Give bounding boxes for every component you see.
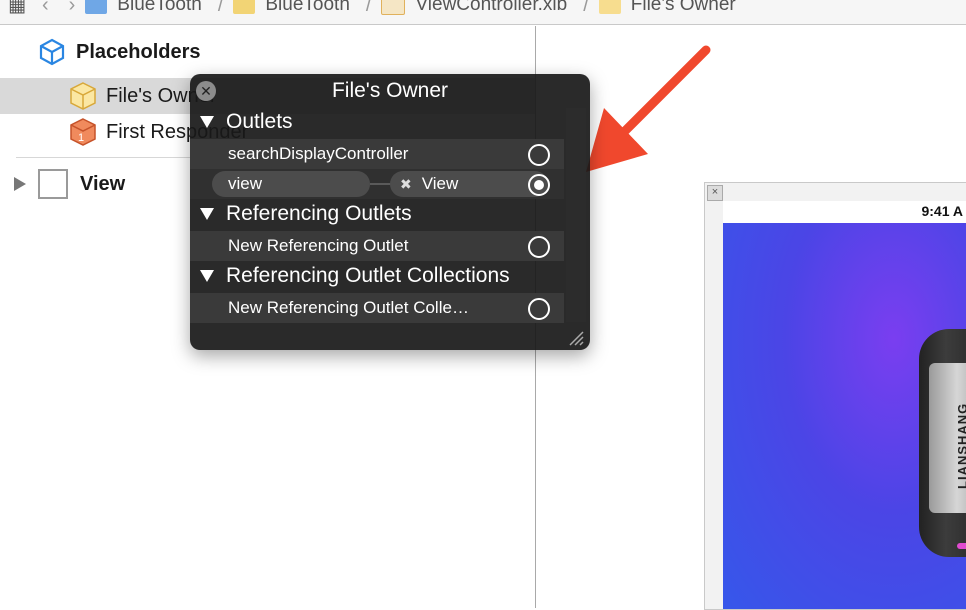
placeholders-cube-icon: [39, 38, 65, 66]
jump-bar: ▦ ‹ › BlueTooth / BlueTooth / ViewContro…: [0, 0, 966, 25]
connected-circle-icon[interactable]: [528, 174, 550, 196]
placeholders-header[interactable]: Placeholders: [38, 38, 201, 66]
files-owner-cube-icon: [70, 82, 96, 110]
path-separator: /: [583, 0, 589, 16]
speaker-led: [957, 543, 966, 549]
jump-bar-item-project[interactable]: BlueTooth: [85, 0, 202, 16]
jump-bar-item-label: File's Owner: [630, 0, 736, 15]
path-separator: /: [217, 0, 224, 16]
connection-circle-icon[interactable]: [528, 144, 550, 166]
project-icon: [85, 0, 108, 14]
connected-outlet-pill: view: [212, 171, 370, 197]
view-label: View: [80, 172, 126, 195]
scene-close-icon[interactable]: ×: [707, 185, 723, 201]
placeholder-cube-icon: [598, 0, 621, 14]
connection-target-label: View: [421, 174, 459, 193]
section-referencing-outlets[interactable]: Referencing Outlets: [190, 199, 564, 229]
disconnect-x-icon[interactable]: ✖: [400, 176, 412, 193]
xib-file-icon: [381, 0, 406, 15]
view-scene[interactable]: × 9:41 A LIANSHANG: [704, 182, 966, 610]
popup-scrollbar[interactable]: [566, 108, 586, 322]
jump-bar-item-label: ViewController.xib: [415, 0, 568, 15]
speaker-image: LIANSHANG: [919, 329, 966, 557]
disclosure-triangle-icon[interactable]: [200, 270, 214, 282]
disclosure-triangle-icon[interactable]: [200, 116, 214, 128]
outlet-label: searchDisplayController: [228, 144, 409, 163]
related-items-icon[interactable]: ▦: [8, 0, 26, 17]
new-referencing-collection-row[interactable]: New Referencing Outlet Colle…: [190, 293, 564, 323]
speaker-logo: LIANSHANG: [955, 402, 966, 489]
outlet-row-view[interactable]: view ✖ View: [190, 169, 564, 199]
jump-bar-item-folder[interactable]: BlueTooth: [233, 0, 350, 16]
resize-grip-icon[interactable]: [568, 330, 584, 346]
folder-icon: [233, 0, 256, 14]
forward-chevron-icon[interactable]: ›: [69, 0, 76, 17]
device-preview: 9:41 A LIANSHANG: [723, 201, 966, 609]
outlet-label: view: [228, 174, 263, 193]
jump-bar-item-label: BlueTooth: [265, 0, 350, 15]
path-separator: /: [365, 0, 372, 16]
placeholders-label: Placeholders: [76, 40, 201, 63]
connection-circle-icon[interactable]: [528, 236, 550, 258]
jump-bar-item-files-owner[interactable]: File's Owner: [598, 0, 736, 16]
back-chevron-icon[interactable]: ‹: [42, 0, 49, 17]
popup-title: File's Owner: [331, 79, 449, 102]
view-icon: [38, 169, 68, 199]
section-referencing-outlet-collections[interactable]: Referencing Outlet Collections: [190, 261, 564, 291]
new-referencing-outlet-row[interactable]: New Referencing Outlet: [190, 231, 564, 261]
hero-image: LIANSHANG: [723, 223, 966, 609]
section-outlets[interactable]: Outlets: [190, 107, 564, 137]
status-bar-time: 9:41 A: [921, 203, 963, 219]
jump-bar-item-xib[interactable]: ViewController.xib: [381, 0, 567, 16]
section-label: Outlets: [226, 110, 293, 133]
connection-circle-icon[interactable]: [528, 298, 550, 320]
section-label: Referencing Outlet Collections: [226, 264, 510, 287]
connections-inspector-popup: ✕ File's Owner Outlets searchDisplayCont…: [190, 74, 590, 350]
first-responder-cube-icon: 1: [70, 118, 96, 146]
section-label: Referencing Outlets: [226, 202, 412, 225]
annotation-arrow-icon: [586, 45, 711, 172]
outlet-row-search-display-controller[interactable]: searchDisplayController: [190, 139, 564, 169]
row-label: New Referencing Outlet: [228, 236, 409, 255]
disclosure-triangle-icon[interactable]: [200, 208, 214, 220]
row-label: New Referencing Outlet Colle…: [228, 298, 469, 317]
jump-bar-item-label: BlueTooth: [117, 0, 202, 15]
svg-text:1: 1: [78, 132, 84, 144]
connection-target-pill[interactable]: ✖ View: [390, 171, 548, 197]
disclosure-triangle-icon[interactable]: [14, 177, 26, 191]
